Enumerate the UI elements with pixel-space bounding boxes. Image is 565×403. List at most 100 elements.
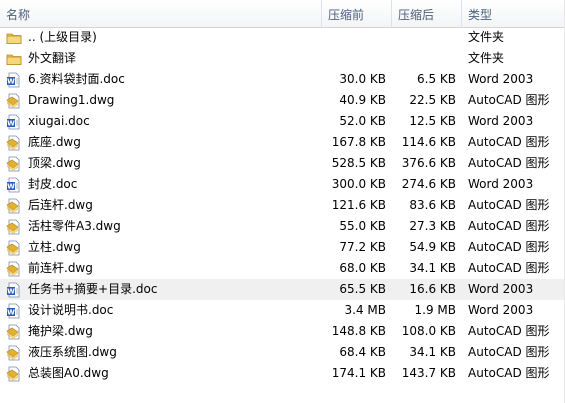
file-name-cell: W 封皮.doc — [6, 174, 318, 195]
file-row[interactable]: 前连杆.dwg 68.0 KB 34.1 KB AutoCAD 图形 — [0, 258, 565, 279]
compressed-size-cell — [392, 27, 456, 48]
file-name-label: 活柱零件A3.dwg — [28, 219, 121, 233]
column-compressed-size-header[interactable]: 压缩后 — [392, 0, 462, 27]
file-name-label: 立柱.dwg — [28, 240, 81, 254]
file-type-cell: Word 2003 — [468, 114, 534, 128]
file-row[interactable]: Drawing1.dwg 40.9 KB 22.5 KB AutoCAD 图形 — [0, 90, 565, 111]
compressed-size-cell: 108.0 KB — [401, 324, 456, 338]
uncompressed-size-cell: 68.4 KB — [339, 345, 386, 359]
file-name-cell: 立柱.dwg — [6, 237, 318, 258]
compressed-size-cell: 143.7 KB — [401, 366, 456, 380]
uncompressed-size-cell: 148.8 KB — [331, 324, 386, 338]
file-name-cell: 顶梁.dwg — [6, 153, 318, 174]
file-name-cell: 活柱零件A3.dwg — [6, 216, 318, 237]
file-row[interactable]: 顶梁.dwg 528.5 KB 376.6 KB AutoCAD 图形 — [0, 153, 565, 174]
column-uncompressed-size-header[interactable]: 压缩前 — [322, 0, 392, 27]
file-name-label: xiugai.doc — [28, 114, 90, 128]
file-name-label: 掩护梁.dwg — [28, 324, 93, 338]
file-row[interactable]: W 封皮.doc 300.0 KB 274.6 KB Word 2003 — [0, 174, 565, 195]
file-type-cell: AutoCAD 图形 — [468, 198, 550, 212]
uncompressed-size-cell: 52.0 KB — [339, 114, 386, 128]
compressed-size-cell: 12.5 KB — [409, 114, 456, 128]
uncompressed-size-cell: 121.6 KB — [331, 198, 386, 212]
file-type-cell: AutoCAD 图形 — [468, 219, 550, 233]
word-doc-icon: W — [6, 72, 22, 88]
file-name-label: 任务书+摘要+目录.doc — [28, 282, 158, 296]
uncompressed-size-cell: 77.2 KB — [339, 240, 386, 254]
column-name-header[interactable]: 名称 — [0, 0, 322, 27]
svg-text:W: W — [7, 78, 15, 86]
file-type-cell: 文件夹 — [468, 30, 505, 44]
file-name-label: 液压系统图.dwg — [28, 345, 117, 359]
dwg-file-icon — [6, 93, 22, 109]
file-type-cell: AutoCAD 图形 — [468, 156, 550, 170]
file-row[interactable]: 立柱.dwg 77.2 KB 54.9 KB AutoCAD 图形 — [0, 237, 565, 258]
folder-icon — [6, 51, 22, 67]
file-type-cell: AutoCAD 图形 — [468, 135, 550, 149]
file-name-label: 前连杆.dwg — [28, 261, 93, 275]
word-doc-icon: W — [6, 177, 22, 193]
uncompressed-size-cell: 174.1 KB — [331, 366, 386, 380]
file-row[interactable]: 活柱零件A3.dwg 55.0 KB 27.3 KB AutoCAD 图形 — [0, 216, 565, 237]
dwg-file-icon — [6, 366, 22, 382]
compressed-size-cell — [392, 48, 456, 69]
file-row[interactable]: 液压系统图.dwg 68.4 KB 34.1 KB AutoCAD 图形 — [0, 342, 565, 363]
file-row[interactable]: W 任务书+摘要+目录.doc 65.5 KB 16.6 KB Word 2003 — [0, 279, 565, 300]
file-type-cell: Word 2003 — [468, 303, 534, 317]
compressed-size-cell: 376.6 KB — [401, 156, 456, 170]
file-row[interactable]: .. (上级目录) 文件夹 — [0, 27, 565, 48]
svg-text:W: W — [7, 120, 15, 128]
file-row[interactable]: W 设计说明书.doc 3.4 MB 1.9 MB Word 2003 — [0, 300, 565, 321]
file-row[interactable]: 后连杆.dwg 121.6 KB 83.6 KB AutoCAD 图形 — [0, 195, 565, 216]
dwg-file-icon — [6, 324, 22, 340]
file-name-label: 外文翻译 — [28, 51, 77, 65]
word-doc-icon: W — [6, 114, 22, 130]
file-type-cell: AutoCAD 图形 — [468, 366, 550, 380]
file-type-cell: AutoCAD 图形 — [468, 261, 550, 275]
word-doc-icon: W — [6, 303, 22, 319]
file-type-cell: Word 2003 — [468, 282, 534, 296]
folder-up-icon — [6, 30, 22, 46]
file-row[interactable]: 总装图A0.dwg 174.1 KB 143.7 KB AutoCAD 图形 — [0, 363, 565, 384]
file-name-label: Drawing1.dwg — [28, 93, 115, 107]
column-type-header[interactable]: 类型 — [462, 0, 565, 27]
file-type-cell: AutoCAD 图形 — [468, 345, 550, 359]
compressed-size-cell: 16.6 KB — [409, 282, 456, 296]
compressed-size-cell: 1.9 MB — [414, 303, 456, 317]
uncompressed-size-cell: 167.8 KB — [331, 135, 386, 149]
file-row[interactable]: Wxiugai.doc 52.0 KB 12.5 KB Word 2003 — [0, 111, 565, 132]
file-name-label: 底座.dwg — [28, 135, 81, 149]
file-name-cell: 底座.dwg — [6, 132, 318, 153]
file-row[interactable]: 掩护梁.dwg 148.8 KB 108.0 KB AutoCAD 图形 — [0, 321, 565, 342]
uncompressed-size-cell: 65.5 KB — [339, 282, 386, 296]
file-type-cell: AutoCAD 图形 — [468, 93, 550, 107]
file-name-label: 总装图A0.dwg — [28, 366, 109, 380]
compressed-size-cell: 27.3 KB — [409, 219, 456, 233]
compressed-size-cell: 114.6 KB — [401, 135, 456, 149]
dwg-file-icon — [6, 240, 22, 256]
word-doc-icon: W — [6, 282, 22, 298]
file-row[interactable]: W 6.资料袋封面.doc 30.0 KB 6.5 KB Word 2003 — [0, 69, 565, 90]
file-type-cell: AutoCAD 图形 — [468, 240, 550, 254]
file-name-cell: 总装图A0.dwg — [6, 363, 318, 384]
dwg-file-icon — [6, 261, 22, 277]
compressed-size-cell: 83.6 KB — [409, 198, 456, 212]
file-row[interactable]: 外文翻译 文件夹 — [0, 48, 565, 69]
file-row[interactable]: 底座.dwg 167.8 KB 114.6 KB AutoCAD 图形 — [0, 132, 565, 153]
svg-text:W: W — [7, 288, 15, 296]
dwg-file-icon — [6, 345, 22, 361]
file-name-label: 封皮.doc — [28, 177, 78, 191]
file-type-cell: 文件夹 — [468, 51, 505, 65]
file-type-cell: AutoCAD 图形 — [468, 324, 550, 338]
file-name-cell: 掩护梁.dwg — [6, 321, 318, 342]
uncompressed-size-cell: 300.0 KB — [331, 177, 386, 191]
uncompressed-size-cell: 40.9 KB — [339, 93, 386, 107]
uncompressed-size-cell: 3.4 MB — [344, 303, 386, 317]
uncompressed-size-cell: 55.0 KB — [339, 219, 386, 233]
file-name-label: 后连杆.dwg — [28, 198, 93, 212]
column-header: 名称 压缩前 压缩后 类型 — [0, 0, 565, 28]
file-rows: .. (上级目录) 文件夹外文翻译 文件夹 W 6.资料袋封面.doc 30.0 KB 6.… — [0, 27, 565, 384]
compressed-size-cell: 34.1 KB — [409, 261, 456, 275]
file-type-cell: Word 2003 — [468, 72, 534, 86]
dwg-file-icon — [6, 135, 22, 151]
